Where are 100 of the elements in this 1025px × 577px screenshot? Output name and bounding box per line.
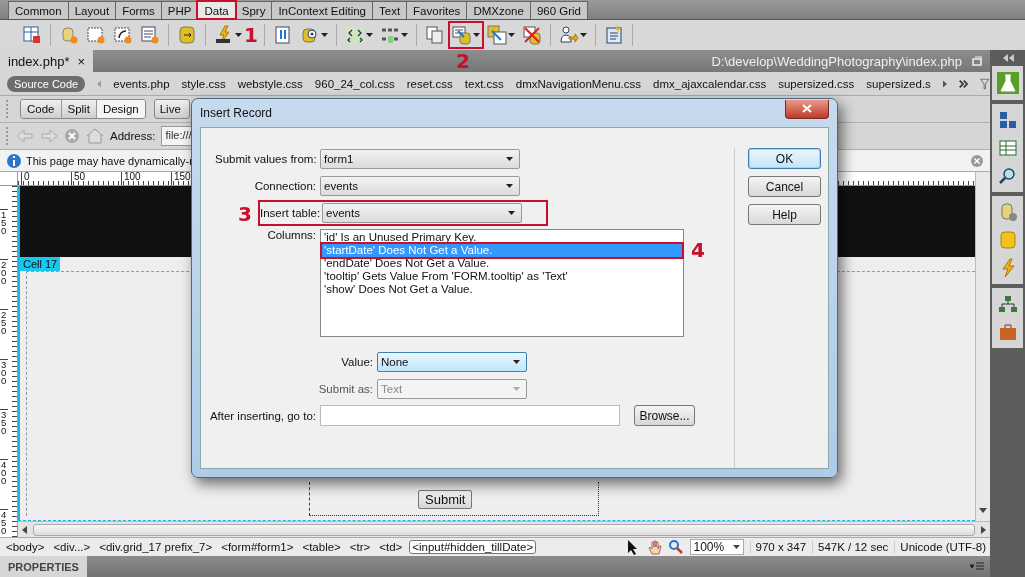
browse-button[interactable]: Browse...	[634, 405, 695, 426]
close-tab-button[interactable]: ×	[77, 53, 86, 69]
file-path: D:\develop\WeddingPhotography\index.php	[711, 53, 962, 69]
field-label: Value:	[340, 355, 373, 368]
tag-selector-item[interactable]: <input#hidden_tillDate>	[409, 540, 537, 554]
close-icon	[970, 153, 984, 168]
back-icon	[16, 128, 34, 144]
insert-record-icon	[451, 25, 472, 45]
dialog-button[interactable]: Help	[748, 204, 821, 225]
related-file-link[interactable]: webstyle.css	[237, 77, 303, 90]
address-label: Address:	[110, 130, 156, 142]
list-icon	[140, 25, 160, 45]
related-file-link[interactable]: style.css	[181, 77, 226, 90]
database-icon	[997, 230, 1018, 250]
region-icon	[86, 25, 106, 45]
close-button[interactable]	[785, 99, 829, 119]
scroll-left-icon	[97, 78, 102, 89]
dropdown-select[interactable]: events	[320, 175, 520, 196]
tag-selector-item[interactable]: <tr>	[347, 541, 373, 553]
properties-tab[interactable]: PROPERTIES	[0, 556, 87, 577]
insert-bar-tab[interactable]: 960 Grid	[529, 1, 588, 19]
related-file-link[interactable]: text.css	[464, 77, 504, 90]
caret-icon	[508, 211, 515, 215]
dialog-button[interactable]: OK	[748, 148, 821, 169]
annotation-number: 2	[455, 51, 470, 71]
live-view-button[interactable]: Live	[153, 99, 190, 119]
tag-selector-item[interactable]: <table>	[300, 541, 343, 553]
window-size[interactable]: 970 x 347	[749, 541, 807, 553]
caret-icon	[365, 33, 373, 37]
vertical-ruler: 150 200 250 300 350 400 450	[0, 186, 18, 537]
list-item[interactable]: 'show' Does Not Get a Value.	[322, 283, 682, 296]
toolbar-button[interactable]	[449, 23, 482, 47]
stop-icon	[64, 128, 80, 144]
list-item[interactable]: 'id' Is an Unused Primary Key.	[322, 231, 682, 244]
annotation-number: 4	[691, 240, 705, 260]
related-file-link[interactable]: supersized.s	[866, 77, 931, 90]
tag-selector-item[interactable]: <div...>	[51, 541, 93, 553]
forward-icon	[40, 128, 58, 144]
restore-icon	[972, 56, 982, 66]
dropdown-select[interactable]: events	[322, 203, 522, 223]
insert-bar-tab[interactable]: InContext Editing	[271, 1, 373, 19]
caret-icon	[579, 33, 587, 37]
collapse-icon	[1001, 54, 1014, 62]
scroll-down-icon	[979, 508, 987, 513]
toolbar-button[interactable]	[484, 23, 517, 47]
insert-bar-tab[interactable]: Text	[372, 1, 408, 19]
related-file-link[interactable]: 960_24_col.css	[314, 77, 395, 90]
input-field[interactable]	[320, 405, 620, 426]
grid-icon	[997, 138, 1018, 158]
cell-label: Cell 17	[20, 257, 61, 271]
source-code-button[interactable]: Source Code	[7, 75, 86, 92]
insert-bar-tab[interactable]: Common	[8, 1, 69, 19]
home-icon	[86, 128, 104, 144]
encoding-label: Unicode (UTF-8)	[894, 541, 986, 553]
dialog-button[interactable]: Cancel	[748, 176, 821, 197]
list-item[interactable]: 'endDate' Does Not Get a Value.	[322, 257, 682, 270]
database-icon	[299, 25, 320, 45]
related-file-link[interactable]: reset.css	[406, 77, 453, 90]
paging-icon	[113, 25, 133, 45]
insert-bar-tab[interactable]: Favorites	[406, 1, 468, 19]
view-button[interactable]: Split	[60, 100, 96, 118]
blocks-icon	[997, 110, 1018, 130]
info-icon	[6, 152, 22, 169]
clipboard-icon	[603, 25, 624, 45]
insert-bar-tab[interactable]: DMXzone	[466, 1, 531, 19]
dropdown-select[interactable]: None	[377, 351, 527, 372]
delete-record-icon	[521, 25, 542, 45]
caret-icon	[513, 359, 520, 364]
caret-icon	[507, 33, 515, 37]
related-file-link[interactable]: supersized.css	[778, 77, 855, 90]
insert-bar-tab[interactable]: Data	[197, 1, 236, 19]
search-icon	[997, 166, 1018, 186]
zoom-select[interactable]: 100%	[689, 539, 744, 555]
document-tab[interactable]: index.php* ×	[0, 50, 94, 72]
insert-bar-tab[interactable]: Forms	[115, 1, 162, 19]
field-label: After inserting, go to:	[208, 409, 316, 422]
ruler-corner	[0, 172, 18, 186]
scrollbar-thumb[interactable]	[33, 523, 975, 536]
tag-selector-item[interactable]: <body>	[4, 541, 47, 553]
list-item[interactable]: 'tooltip' Gets Value From 'FORM.tooltip' as 'Text'	[322, 270, 682, 283]
info-message: This page may have dynamically-r	[26, 154, 193, 167]
field-label: Columns:	[266, 229, 316, 241]
tag-selector-item[interactable]: <div.grid_17 prefix_7>	[97, 541, 215, 553]
dropdown-select[interactable]: form1	[320, 148, 520, 169]
table-icon	[22, 25, 42, 45]
copy-icon	[424, 25, 445, 45]
caret-icon	[506, 183, 513, 188]
tag-selector-item[interactable]: <td>	[377, 541, 405, 553]
insert-bar-tab[interactable]: Layout	[67, 1, 117, 19]
view-button[interactable]: Design	[95, 100, 145, 118]
view-button[interactable]: Code	[21, 100, 61, 118]
related-file-link[interactable]: events.php	[113, 77, 170, 90]
submit-button[interactable]: Submit	[418, 490, 473, 509]
tag-selector-item[interactable]: <form#form1>	[219, 541, 296, 553]
caret-icon	[513, 386, 520, 391]
related-file-link[interactable]: dmx_ajaxcalendar.css	[653, 77, 767, 90]
annotation-number: 1	[244, 25, 258, 45]
document-icon	[272, 25, 293, 45]
related-file-link[interactable]: dmxNavigationMenu.css	[515, 77, 642, 90]
caret-icon	[320, 33, 328, 37]
